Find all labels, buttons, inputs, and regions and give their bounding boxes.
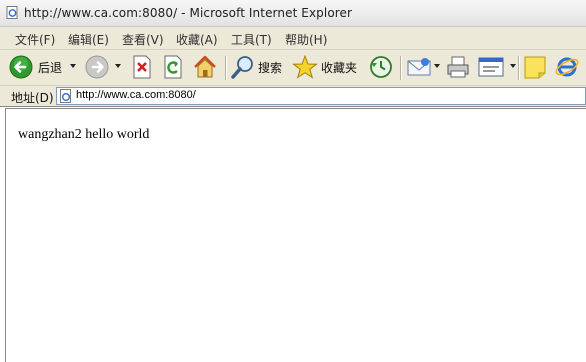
standard-toolbar: 后退 搜索 收藏夹 bbox=[0, 50, 586, 86]
mail-icon[interactable] bbox=[406, 54, 432, 80]
edit-dropdown-icon[interactable] bbox=[510, 64, 516, 68]
stop-icon[interactable] bbox=[131, 54, 153, 80]
notes-icon[interactable] bbox=[523, 54, 547, 80]
forward-dropdown-icon[interactable] bbox=[115, 64, 121, 68]
menu-help[interactable]: 帮助(H) bbox=[285, 31, 327, 48]
page-content[interactable]: wangzhan2 hello world bbox=[5, 108, 586, 362]
home-icon[interactable] bbox=[192, 54, 218, 80]
menu-edit[interactable]: 编辑(E) bbox=[68, 31, 109, 48]
search-icon[interactable] bbox=[230, 54, 256, 80]
forward-icon[interactable] bbox=[84, 54, 110, 80]
toolbar-separator bbox=[225, 56, 227, 80]
window-title: http://www.ca.com:8080/ - Microsoft Inte… bbox=[24, 6, 353, 20]
print-icon[interactable] bbox=[445, 54, 471, 80]
edit-icon[interactable] bbox=[477, 54, 505, 80]
address-bar: 地址(D) http://www.ca.com:8080/ bbox=[0, 86, 586, 107]
menu-favorites[interactable]: 收藏(A) bbox=[176, 31, 218, 48]
address-url[interactable]: http://www.ca.com:8080/ bbox=[76, 89, 196, 101]
toolbar-separator bbox=[518, 56, 520, 80]
favorites-button-label[interactable]: 收藏夹 bbox=[321, 59, 357, 76]
favorites-star-icon[interactable] bbox=[292, 54, 318, 80]
search-button-label[interactable]: 搜索 bbox=[258, 59, 282, 76]
ie-page-icon bbox=[60, 89, 71, 103]
address-input[interactable]: http://www.ca.com:8080/ bbox=[56, 87, 586, 105]
address-label: 地址(D) bbox=[11, 91, 54, 105]
back-icon[interactable] bbox=[8, 54, 34, 80]
page-body-text: wangzhan2 hello world bbox=[18, 127, 150, 142]
toolbar-separator bbox=[400, 56, 402, 80]
refresh-icon[interactable] bbox=[162, 54, 184, 80]
menu-file[interactable]: 文件(F) bbox=[15, 31, 55, 48]
ie-icon[interactable] bbox=[554, 54, 580, 80]
title-bar[interactable]: http://www.ca.com:8080/ - Microsoft Inte… bbox=[0, 0, 586, 27]
menu-bar: 文件(F) 编辑(E) 查看(V) 收藏(A) 工具(T) 帮助(H) bbox=[0, 27, 586, 50]
history-icon[interactable] bbox=[368, 54, 394, 80]
back-button-label[interactable]: 后退 bbox=[38, 59, 62, 76]
back-dropdown-icon[interactable] bbox=[70, 64, 76, 68]
mail-dropdown-icon[interactable] bbox=[434, 64, 440, 68]
menu-tools[interactable]: 工具(T) bbox=[231, 31, 272, 48]
menu-view[interactable]: 查看(V) bbox=[122, 31, 164, 48]
ie-page-icon bbox=[6, 6, 18, 19]
